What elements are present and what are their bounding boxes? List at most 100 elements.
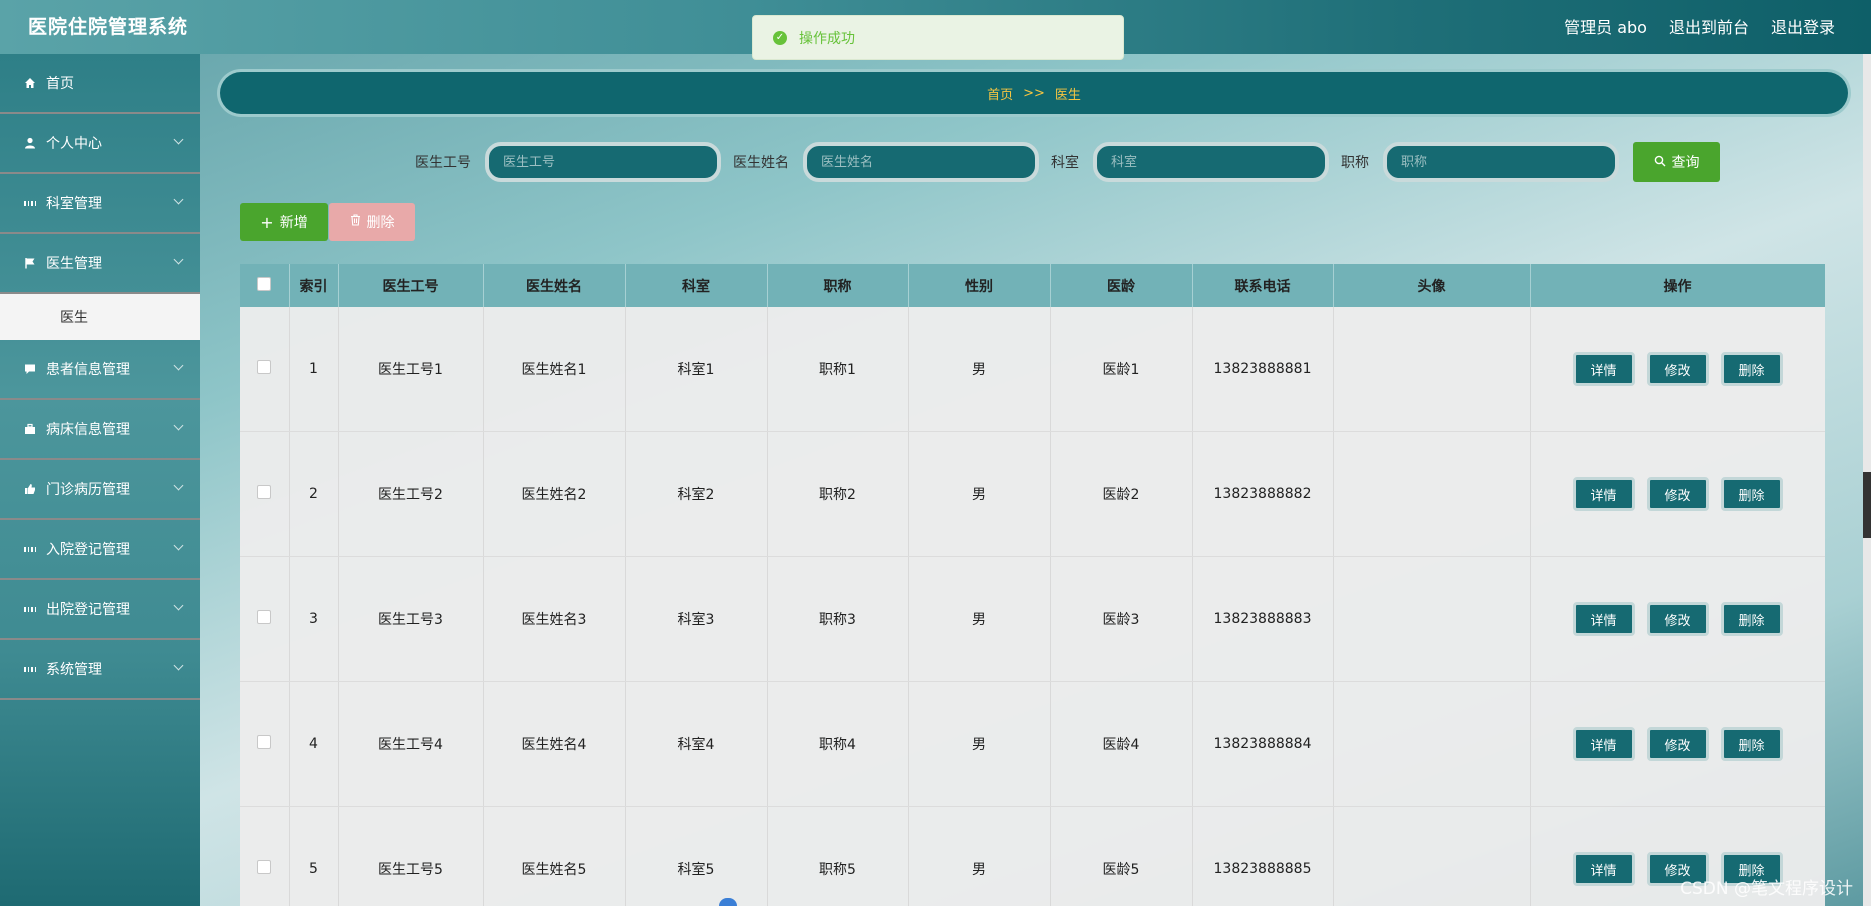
cell-department: 科室3 [625,556,768,682]
table-row: 4 医生工号4 医生姓名4 科室4 职称4 男 医龄4 13823888884 … [240,681,1825,807]
search-form: 医生工号 医生姓名 科室 职称 查询 [415,142,1720,182]
table-row: 2 医生工号2 医生姓名2 科室2 职称2 男 医龄2 13823888882 … [240,431,1825,557]
cell-doctor-name: 医生姓名1 [483,307,626,432]
delete-button[interactable]: 删除 [1720,727,1783,761]
sidebar-item-system[interactable]: 系统管理 [0,640,200,700]
sidebar: 首页 个人中心 科室管理 医生管理 医生 患者信息管理 病床信息管理 门诊病历管… [0,54,200,906]
column-header: 医生工号 [338,264,484,307]
sidebar-item-doctor[interactable]: 医生管理 [0,234,200,294]
toast-message: 操作成功 [799,30,855,47]
cell-doctor-name: 医生姓名5 [483,806,626,906]
cell-department: 科室5 [625,806,768,906]
doctor-id-input[interactable] [485,142,721,182]
cell-gender: 男 [908,307,1051,432]
cell-gender: 男 [908,806,1051,906]
table-row: 3 医生工号3 医生姓名3 科室3 职称3 男 医龄3 13823888883 … [240,556,1825,682]
user-icon [24,137,36,149]
cell-title: 职称3 [767,556,909,682]
sidebar-item-label: 入院登记管理 [46,542,130,558]
success-toast: ✓ 操作成功 [752,15,1124,60]
cell-phone: 13823888884 [1192,681,1334,807]
sidebar-item-personal-center[interactable]: 个人中心 [0,114,200,174]
row-checkbox[interactable] [257,485,272,499]
cell-department: 科室4 [625,681,768,807]
cell-index: 3 [289,556,339,682]
add-button[interactable]: + 新增 [240,203,328,241]
cell-title: 职称1 [767,307,909,432]
row-select-cell [240,806,290,906]
scrollbar-thumb[interactable] [1863,472,1871,538]
row-checkbox[interactable] [257,360,272,374]
edit-button[interactable]: 修改 [1646,727,1709,761]
chat-icon [24,363,36,375]
edit-button[interactable]: 修改 [1646,352,1709,386]
column-header: 医龄 [1050,264,1193,307]
select-all-checkbox[interactable] [257,276,272,291]
title-input[interactable] [1383,142,1619,182]
delete-button[interactable]: 删除 [1720,602,1783,636]
delete-button[interactable]: 删除 [1720,352,1783,386]
edit-button[interactable]: 修改 [1646,602,1709,636]
chevron-down-icon [173,360,184,371]
detail-button[interactable]: 详情 [1572,477,1635,511]
cell-phone: 13823888885 [1192,806,1334,906]
cell-index: 4 [289,681,339,807]
cell-actions: 详情 修改 删除 [1530,681,1825,807]
search-label-department: 科室 [1051,155,1079,171]
sidebar-item-label: 病床信息管理 [46,422,130,438]
plus-icon: + [260,212,274,232]
column-header: 操作 [1530,264,1825,307]
sidebar-item-discharge[interactable]: 出院登记管理 [0,580,200,640]
edit-button[interactable]: 修改 [1646,477,1709,511]
breadcrumb-home[interactable]: 首页 [987,84,1013,103]
cell-years: 医龄5 [1050,806,1193,906]
sidebar-subitem-doctor[interactable]: 医生 [0,294,200,340]
add-button-label: 新增 [279,215,308,231]
sidebar-item-outpatient[interactable]: 门诊病历管理 [0,460,200,520]
cell-years: 医龄2 [1050,431,1193,557]
page-scrollbar[interactable] [1863,54,1871,906]
search-label-doctor-id: 医生工号 [415,155,471,171]
cell-doctor-id: 医生工号4 [338,681,484,807]
row-checkbox[interactable] [257,860,272,874]
table-row: 5 医生工号5 医生姓名5 科室5 职称5 男 医龄5 13823888885 … [240,806,1825,906]
detail-button[interactable]: 详情 [1572,352,1635,386]
delete-button[interactable]: 删除 [1720,477,1783,511]
row-checkbox[interactable] [257,735,272,749]
table-row: 1 医生工号1 医生姓名1 科室1 职称1 男 医龄1 13823888881 … [240,307,1825,432]
cell-doctor-name: 医生姓名2 [483,431,626,557]
select-all-cell [240,264,290,307]
sidebar-item-patient[interactable]: 患者信息管理 [0,340,200,400]
column-header: 联系电话 [1192,264,1334,307]
sidebar-item-bed[interactable]: 病床信息管理 [0,400,200,460]
cell-doctor-id: 医生工号2 [338,431,484,557]
detail-button[interactable]: 详情 [1572,852,1635,886]
sidebar-item-label: 系统管理 [46,662,102,678]
back-to-front-link[interactable]: 退出到前台 [1669,14,1749,38]
grid-icon [24,663,36,675]
detail-button[interactable]: 详情 [1572,602,1635,636]
doctor-name-input[interactable] [803,142,1039,182]
breadcrumb-current: 医生 [1054,87,1081,103]
sidebar-item-admission[interactable]: 入院登记管理 [0,520,200,580]
department-input[interactable] [1093,142,1329,182]
query-button[interactable]: 查询 [1633,142,1720,182]
batch-delete-button[interactable]: 删除 [329,203,415,241]
row-checkbox[interactable] [257,610,272,624]
column-header: 头像 [1333,264,1531,307]
cell-doctor-id: 医生工号1 [338,307,484,432]
cell-avatar [1333,806,1531,906]
cell-avatar [1333,681,1531,807]
sidebar-item-department[interactable]: 科室管理 [0,174,200,234]
cell-doctor-name: 医生姓名3 [483,556,626,682]
query-button-label: 查询 [1671,154,1700,170]
detail-button[interactable]: 详情 [1572,727,1635,761]
sidebar-item-home[interactable]: 首页 [0,54,200,114]
cell-avatar [1333,556,1531,682]
logout-link[interactable]: 退出登录 [1771,14,1835,38]
cell-gender: 男 [908,681,1051,807]
cell-doctor-id: 医生工号3 [338,556,484,682]
chevron-down-icon [173,254,184,265]
chevron-down-icon [173,540,184,551]
doctor-table: 索引 医生工号 医生姓名 科室 职称 性别 医龄 联系电话 头像 操作 1 医生… [240,264,1825,906]
